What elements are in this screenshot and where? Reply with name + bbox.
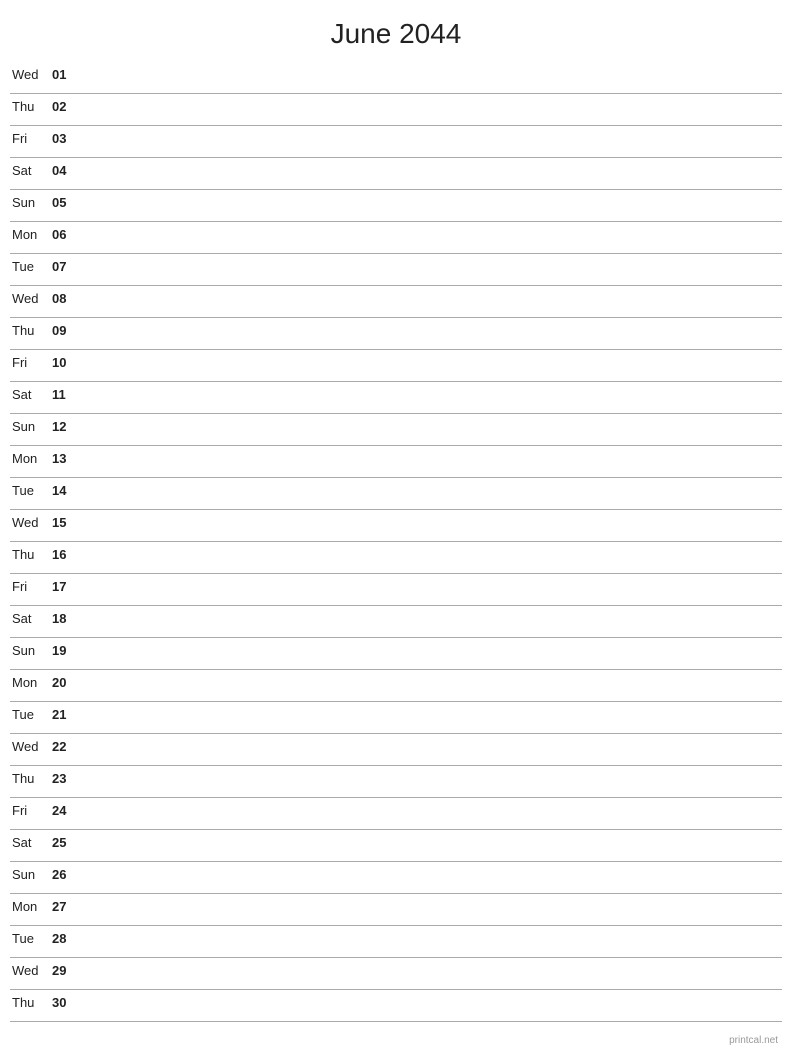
day-name: Fri bbox=[10, 130, 52, 146]
day-name: Thu bbox=[10, 994, 52, 1010]
day-name: Sun bbox=[10, 642, 52, 658]
day-number: 20 bbox=[52, 674, 82, 690]
day-name: Sat bbox=[10, 610, 52, 626]
day-row[interactable]: Sun19 bbox=[10, 638, 782, 670]
day-name: Sun bbox=[10, 866, 52, 882]
day-row[interactable]: Wed15 bbox=[10, 510, 782, 542]
day-row[interactable]: Sat11 bbox=[10, 382, 782, 414]
day-number: 06 bbox=[52, 226, 82, 242]
day-row[interactable]: Thu30 bbox=[10, 990, 782, 1022]
day-number: 29 bbox=[52, 962, 82, 978]
day-row[interactable]: Sun12 bbox=[10, 414, 782, 446]
day-number: 12 bbox=[52, 418, 82, 434]
day-row[interactable]: Thu02 bbox=[10, 94, 782, 126]
day-name: Thu bbox=[10, 770, 52, 786]
day-number: 28 bbox=[52, 930, 82, 946]
day-name: Fri bbox=[10, 354, 52, 370]
day-name: Tue bbox=[10, 706, 52, 722]
day-row[interactable]: Tue07 bbox=[10, 254, 782, 286]
day-row[interactable]: Mon27 bbox=[10, 894, 782, 926]
day-row[interactable]: Tue14 bbox=[10, 478, 782, 510]
day-number: 14 bbox=[52, 482, 82, 498]
day-number: 23 bbox=[52, 770, 82, 786]
day-number: 07 bbox=[52, 258, 82, 274]
day-row[interactable]: Wed29 bbox=[10, 958, 782, 990]
day-number: 01 bbox=[52, 66, 82, 82]
day-number: 08 bbox=[52, 290, 82, 306]
day-row[interactable]: Thu16 bbox=[10, 542, 782, 574]
day-row[interactable]: Mon13 bbox=[10, 446, 782, 478]
day-number: 10 bbox=[52, 354, 82, 370]
day-row[interactable]: Wed08 bbox=[10, 286, 782, 318]
day-name: Tue bbox=[10, 482, 52, 498]
day-row[interactable]: Sat04 bbox=[10, 158, 782, 190]
day-number: 02 bbox=[52, 98, 82, 114]
day-number: 27 bbox=[52, 898, 82, 914]
day-number: 24 bbox=[52, 802, 82, 818]
day-name: Wed bbox=[10, 290, 52, 306]
day-row[interactable]: Tue28 bbox=[10, 926, 782, 958]
calendar-container: Wed01Thu02Fri03Sat04Sun05Mon06Tue07Wed08… bbox=[0, 62, 792, 1022]
day-name: Wed bbox=[10, 66, 52, 82]
day-number: 21 bbox=[52, 706, 82, 722]
day-number: 13 bbox=[52, 450, 82, 466]
day-number: 11 bbox=[52, 386, 82, 402]
day-number: 18 bbox=[52, 610, 82, 626]
day-name: Thu bbox=[10, 546, 52, 562]
day-number: 09 bbox=[52, 322, 82, 338]
day-row[interactable]: Sun05 bbox=[10, 190, 782, 222]
day-number: 04 bbox=[52, 162, 82, 178]
day-number: 25 bbox=[52, 834, 82, 850]
day-name: Sun bbox=[10, 194, 52, 210]
day-row[interactable]: Thu09 bbox=[10, 318, 782, 350]
day-name: Fri bbox=[10, 578, 52, 594]
day-row[interactable]: Sat25 bbox=[10, 830, 782, 862]
day-number: 16 bbox=[52, 546, 82, 562]
footer-label: printcal.net bbox=[729, 1035, 778, 1046]
day-name: Thu bbox=[10, 322, 52, 338]
day-name: Mon bbox=[10, 674, 52, 690]
day-number: 19 bbox=[52, 642, 82, 658]
day-row[interactable]: Fri24 bbox=[10, 798, 782, 830]
day-name: Wed bbox=[10, 738, 52, 754]
day-name: Wed bbox=[10, 514, 52, 530]
day-number: 03 bbox=[52, 130, 82, 146]
day-row[interactable]: Wed22 bbox=[10, 734, 782, 766]
day-row[interactable]: Fri03 bbox=[10, 126, 782, 158]
day-name: Sat bbox=[10, 386, 52, 402]
day-row[interactable]: Sun26 bbox=[10, 862, 782, 894]
day-number: 22 bbox=[52, 738, 82, 754]
day-name: Thu bbox=[10, 98, 52, 114]
day-name: Mon bbox=[10, 226, 52, 242]
day-row[interactable]: Fri17 bbox=[10, 574, 782, 606]
day-number: 05 bbox=[52, 194, 82, 210]
day-number: 30 bbox=[52, 994, 82, 1010]
day-name: Tue bbox=[10, 930, 52, 946]
day-name: Wed bbox=[10, 962, 52, 978]
day-row[interactable]: Thu23 bbox=[10, 766, 782, 798]
day-name: Mon bbox=[10, 450, 52, 466]
day-number: 15 bbox=[52, 514, 82, 530]
day-row[interactable]: Sat18 bbox=[10, 606, 782, 638]
day-row[interactable]: Wed01 bbox=[10, 62, 782, 94]
day-row[interactable]: Mon06 bbox=[10, 222, 782, 254]
day-name: Fri bbox=[10, 802, 52, 818]
day-name: Tue bbox=[10, 258, 52, 274]
day-row[interactable]: Mon20 bbox=[10, 670, 782, 702]
page-title: June 2044 bbox=[0, 0, 792, 62]
day-row[interactable]: Fri10 bbox=[10, 350, 782, 382]
day-name: Sun bbox=[10, 418, 52, 434]
day-name: Sat bbox=[10, 834, 52, 850]
day-name: Mon bbox=[10, 898, 52, 914]
day-number: 17 bbox=[52, 578, 82, 594]
day-name: Sat bbox=[10, 162, 52, 178]
day-number: 26 bbox=[52, 866, 82, 882]
day-row[interactable]: Tue21 bbox=[10, 702, 782, 734]
